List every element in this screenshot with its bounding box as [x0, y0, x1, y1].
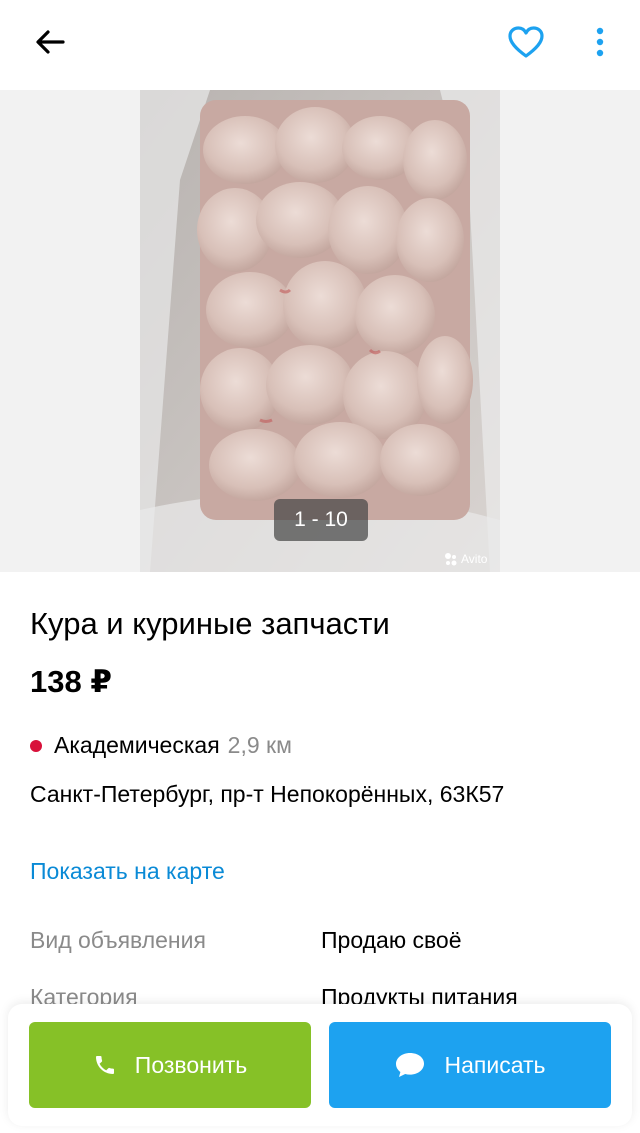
arrow-left-icon: [36, 30, 65, 54]
watermark-label: Avito: [461, 552, 488, 566]
avito-logo-icon: [445, 553, 457, 566]
show-on-map-link[interactable]: Показать на карте: [30, 858, 225, 885]
phone-icon: [95, 1056, 114, 1074]
write-button-label: Написать: [444, 1051, 546, 1078]
favorite-button[interactable]: [504, 20, 548, 64]
param-value-ad-type: Продаю своё: [321, 927, 462, 953]
heart-outline-icon: [508, 26, 544, 58]
avito-watermark: Avito: [444, 548, 487, 570]
call-button-label: Позвонить: [134, 1051, 248, 1078]
metro-distance: 2,9 км: [227, 732, 292, 758]
listing-title: Кура и куриные запчасти: [30, 606, 390, 641]
param-label-ad-type: Вид объявления: [30, 927, 206, 953]
more-vertical-icon: [596, 27, 604, 57]
photo-gallery[interactable]: 1 - 10 Avito: [0, 90, 640, 572]
metro-station-name: Академическая: [54, 732, 220, 758]
listing-price: 138 ₽: [30, 664, 112, 699]
top-app-bar: [0, 0, 640, 90]
chat-bubble-icon: [396, 1053, 425, 1077]
bottom-action-bar: Позвонить Написать: [8, 1004, 632, 1126]
more-options-button[interactable]: [580, 20, 620, 64]
back-button[interactable]: [28, 20, 72, 64]
photo-counter: 1 - 10: [274, 499, 368, 541]
metro-station: Академическая 2,9 км: [30, 732, 292, 759]
metro-line-dot-icon: [30, 739, 42, 752]
call-button[interactable]: Позвонить: [29, 1022, 311, 1108]
write-message-button[interactable]: Написать: [329, 1022, 611, 1108]
listing-address: Санкт-Петербург, пр-т Непокорённых, 63К5…: [30, 781, 505, 807]
